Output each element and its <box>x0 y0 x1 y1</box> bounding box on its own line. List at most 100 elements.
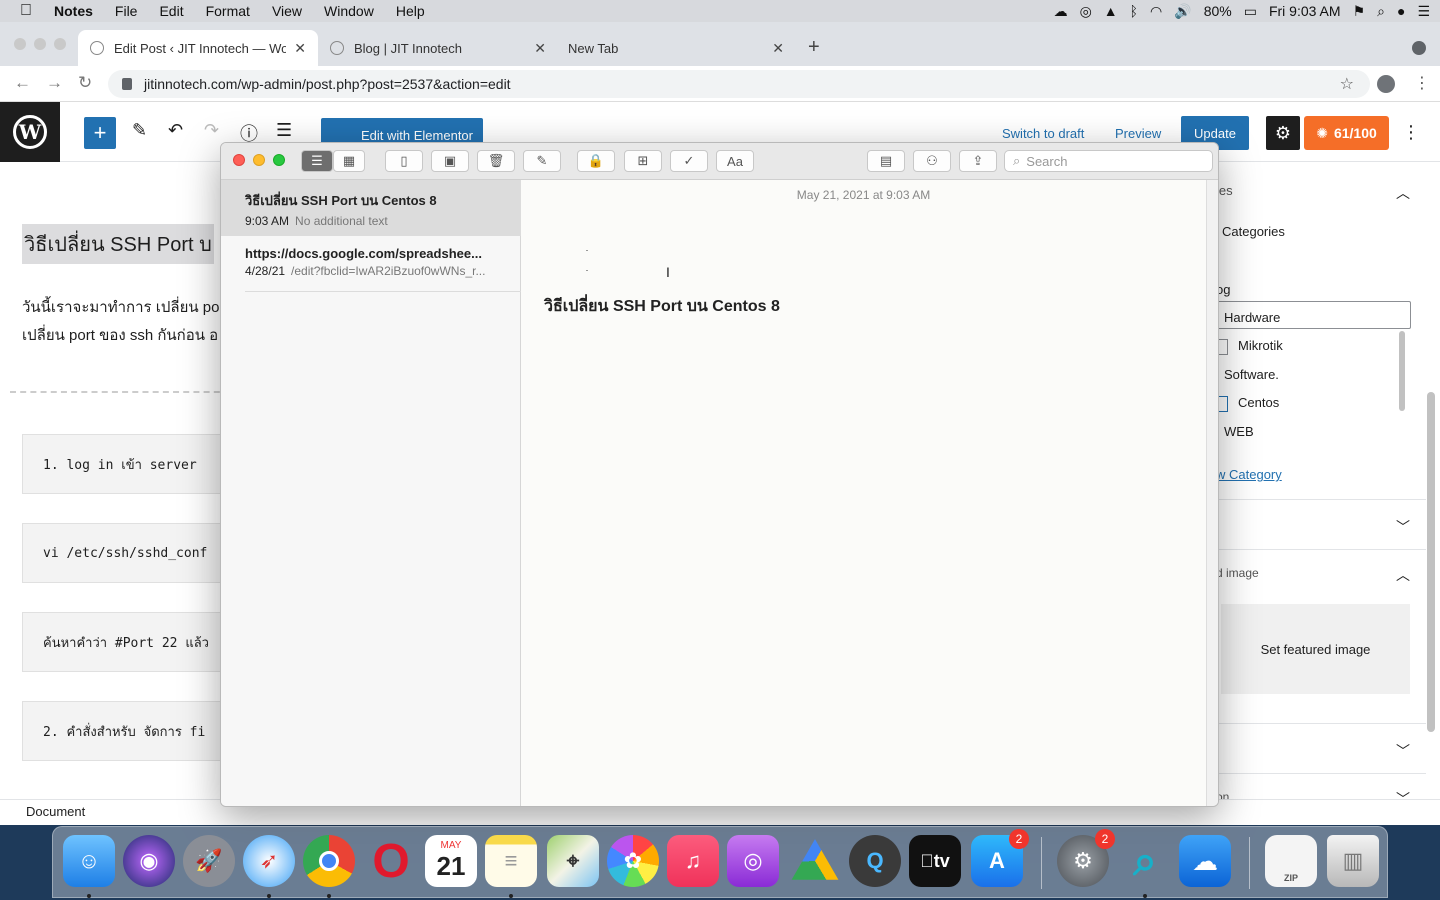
delete-note-button[interactable]: 🗑 <box>477 150 515 172</box>
volume-icon[interactable]: 🔊 <box>1174 0 1191 22</box>
category-list-scrollbar[interactable] <box>1399 331 1405 411</box>
redo-icon[interactable]: ↷ <box>204 120 219 141</box>
menu-app-name[interactable]: Notes <box>52 3 104 19</box>
quicktime-icon[interactable]: ◎ <box>1080 0 1092 22</box>
launchpad-icon[interactable]: 🚀 <box>183 835 235 887</box>
code-block[interactable]: 1. log in เข้า server <box>22 434 232 494</box>
wifi-icon[interactable]: ◠ <box>1150 0 1162 22</box>
bluetooth-icon[interactable]: ᛒ <box>1130 0 1138 22</box>
tab-search-icon[interactable] <box>1412 41 1426 55</box>
url-text[interactable]: jitinnotech.com/wp-admin/post.php?post=2… <box>144 76 511 92</box>
insert-media-button[interactable]: ▤ <box>867 150 905 172</box>
close-window-button[interactable] <box>233 154 245 166</box>
chrome-icon[interactable] <box>303 835 355 887</box>
tab-new-tab[interactable]: New Tab ✕ <box>556 30 796 66</box>
close-tab-icon[interactable]: ✕ <box>772 40 784 57</box>
separator-block[interactable] <box>10 391 230 393</box>
category-item[interactable]: Software. <box>1224 367 1279 382</box>
chevron-up-icon[interactable]: ︿ <box>1396 565 1410 585</box>
switch-to-draft-button[interactable]: Switch to draft <box>1002 126 1084 141</box>
browser-minimize-dot[interactable] <box>34 38 46 50</box>
chevron-up-icon[interactable]: ︿ <box>1396 183 1410 203</box>
apple-menu-icon[interactable]:  <box>0 2 52 20</box>
address-bar[interactable]: jitinnotech.com/wp-admin/post.php?post=2… <box>108 70 1370 98</box>
bookmark-star-icon[interactable]: ☆ <box>1340 74 1354 94</box>
wordpress-logo-icon[interactable]: W <box>0 102 60 162</box>
category-item-centos[interactable]: Centos <box>1216 395 1279 412</box>
settings-gear-icon[interactable]: ⚙ <box>1266 116 1300 150</box>
lock-note-button[interactable]: 🔒 <box>577 150 615 172</box>
seo-score-button[interactable]: ✺ 61/100 <box>1304 116 1389 150</box>
search-magnifier-icon[interactable]: ⌕ <box>1119 835 1171 887</box>
more-options-icon[interactable]: ⋮ <box>1402 122 1420 143</box>
trash-icon[interactable]: ▥ <box>1327 835 1379 887</box>
browser-zoom-dot[interactable] <box>54 38 66 50</box>
siri-icon[interactable]: ◉ <box>123 835 175 887</box>
share-button[interactable]: ⇪ <box>959 150 997 172</box>
notes-app-icon[interactable]: ≡ <box>485 835 537 887</box>
list-view-icon[interactable]: ☰ <box>276 120 292 141</box>
note-editor[interactable]: May 21, 2021 at 9:03 AM I วิธีเปลี่ยน SS… <box>521 180 1206 806</box>
add-block-button[interactable]: + <box>84 117 116 149</box>
category-item[interactable]: WEB <box>1224 424 1254 439</box>
attachments-button[interactable]: ▣ <box>431 150 469 172</box>
forward-arrow-icon[interactable]: → <box>46 73 63 93</box>
browser-menu-icon[interactable]: ⋮ <box>1414 73 1430 93</box>
tab-edit-post[interactable]: Edit Post ‹ JIT Innotech — Wor ✕ <box>78 30 318 66</box>
google-drive-icon[interactable] <box>791 839 839 880</box>
menu-help[interactable]: Help <box>385 3 436 19</box>
zip-file-icon[interactable]: ZIP <box>1265 835 1317 887</box>
profile-avatar-icon[interactable] <box>1377 75 1395 93</box>
menu-file[interactable]: File <box>104 3 149 19</box>
code-block[interactable]: vi /etc/ssh/sshd_conf <box>22 523 232 583</box>
reload-icon[interactable]: ↻ <box>78 73 92 93</box>
note-list-item[interactable]: https://docs.google.com/spreadshee... 4/… <box>221 236 521 292</box>
post-paragraph[interactable]: วันนี้เราจะมาทำการ เปลี่ยน po เปลี่ยน po… <box>22 294 219 350</box>
podcasts-icon[interactable]: ◎ <box>727 835 779 887</box>
pencil-tool-icon[interactable]: ✎ <box>132 120 147 141</box>
calendar-icon[interactable]: MAY 21 <box>425 835 477 887</box>
add-new-category-link[interactable]: w Category <box>1216 467 1282 482</box>
gallery-view-button[interactable]: ▦ <box>333 150 365 172</box>
category-item-mikrotik[interactable]: Mikrotik <box>1216 338 1283 355</box>
system-preferences-icon[interactable]: ⚙ 2 <box>1057 829 1115 887</box>
menu-edit[interactable]: Edit <box>148 3 194 19</box>
finder-icon[interactable]: ☺ <box>63 835 115 887</box>
preview-button[interactable]: Preview <box>1115 126 1161 141</box>
photos-icon[interactable]: ✿ <box>607 835 659 887</box>
quicktime-icon[interactable]: Q <box>849 835 901 887</box>
minimize-window-button[interactable] <box>253 154 265 166</box>
control-center-icon[interactable]: ☰ <box>1417 0 1430 22</box>
spotlight-icon[interactable]: ⌕ <box>1377 0 1385 22</box>
maps-icon[interactable]: ⌖ <box>547 835 599 887</box>
safari-icon[interactable]: ➶ <box>243 835 295 887</box>
battery-percent[interactable]: 80% <box>1204 3 1232 19</box>
toggle-sidebar-button[interactable]: ▯ <box>385 150 423 172</box>
notes-search-field[interactable]: ⌕ Search <box>1004 150 1213 172</box>
menu-window[interactable]: Window <box>313 3 385 19</box>
music-icon[interactable]: ♫ <box>667 835 719 887</box>
opera-icon[interactable]: O <box>365 835 417 888</box>
chevron-down-icon[interactable]: ﹀ <box>1396 741 1410 761</box>
cloud-icon[interactable]: ☁ <box>1054 0 1068 22</box>
close-tab-icon[interactable]: ✕ <box>534 40 546 57</box>
close-tab-icon[interactable]: ✕ <box>294 40 306 57</box>
chevron-down-icon[interactable]: ﹀ <box>1396 517 1410 537</box>
tab-blog[interactable]: Blog | JIT Innotech ✕ <box>318 30 558 66</box>
page-scrollbar[interactable] <box>1427 392 1435 732</box>
table-button[interactable]: ⊞ <box>624 150 662 172</box>
post-title[interactable]: วิธีเปลี่ยน SSH Port บ <box>22 224 214 264</box>
list-view-button[interactable]: ☰ <box>301 150 333 172</box>
category-item[interactable]: Hardware <box>1224 310 1280 325</box>
app-store-icon[interactable]: A2 <box>971 829 1029 887</box>
battery-icon[interactable]: ▭ <box>1244 0 1257 22</box>
onedrive-icon[interactable]: ☁ <box>1179 835 1231 887</box>
zoom-window-button[interactable] <box>273 154 285 166</box>
format-button[interactable]: Aa <box>716 150 754 172</box>
flag-icon[interactable]: ⚑ <box>1353 0 1366 22</box>
note-heading[interactable]: วิธีเปลี่ยน SSH Port บน Centos 8 <box>544 294 780 319</box>
browser-close-dot[interactable] <box>14 38 26 50</box>
editor-scrollbar[interactable] <box>1206 180 1218 806</box>
code-block[interactable]: 2. คำสั่งสำหรับ จัดการ fi <box>22 701 232 761</box>
featured-image-section-title[interactable]: d image <box>1216 566 1259 580</box>
